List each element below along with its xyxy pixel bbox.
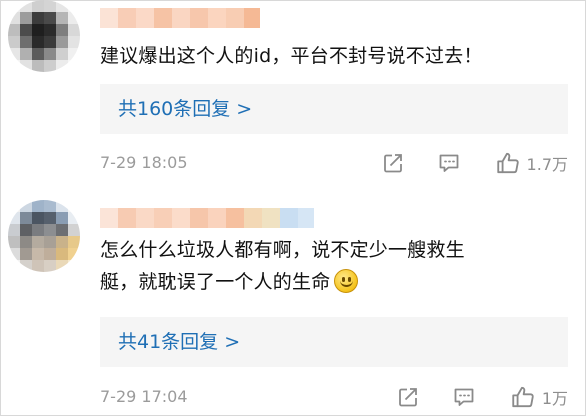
like-count: 1万 [541,389,568,408]
comment-text: 建议爆出这个人的id，平台不封号说不过去！ [100,45,483,67]
comment-meta: 7-29 18:05 1.7万 [100,148,568,178]
username-redacted[interactable] [100,8,260,28]
comment-button[interactable] [437,151,461,175]
like-count: 1.7万 [526,155,568,174]
like-icon [496,152,519,174]
avatar[interactable] [8,0,80,72]
action-bar: 1.7万 [381,148,568,178]
action-bar: 1万 [396,382,568,412]
like-button[interactable]: 1.7万 [495,150,568,176]
share-icon [398,388,417,407]
comment-item: 建议爆出这个人的id，平台不封号说不过去！ 共160条回复 > 7-29 18:… [0,0,586,200]
like-button[interactable]: 1万 [510,384,568,410]
comment-meta: 7-29 17:04 1万 [100,382,568,412]
share-button[interactable] [381,151,405,175]
comment-text: 怎么什么垃圾人都有啊，说不定少一艘救生 艇，就耽误了一个人的生命 [100,234,568,298]
smile-emoji-icon [334,269,359,293]
avatar[interactable] [8,200,80,272]
comment-text-line-with-emoji: 艇，就耽误了一个人的生命 [100,266,568,298]
comment-text-line: 怎么什么垃圾人都有啊，说不定少一艘救生 [100,239,465,261]
like-icon [512,386,534,408]
comment-item: 怎么什么垃圾人都有啊，说不定少一艘救生 艇，就耽误了一个人的生命 共41条回复 … [0,200,586,416]
username-redacted[interactable] [100,208,314,228]
comment-icon [439,154,458,172]
comment-icon [454,388,474,406]
timestamp: 7-29 18:05 [100,153,188,172]
timestamp: 7-29 17:04 [100,387,188,406]
view-replies-button[interactable]: 共160条回复 > [100,84,568,134]
comment-button[interactable] [452,385,476,409]
share-icon [383,154,402,173]
share-button[interactable] [396,385,420,409]
comment-text-line: 艇，就耽误了一个人的生命 [100,271,331,293]
view-replies-button[interactable]: 共41条回复 > [100,317,568,367]
